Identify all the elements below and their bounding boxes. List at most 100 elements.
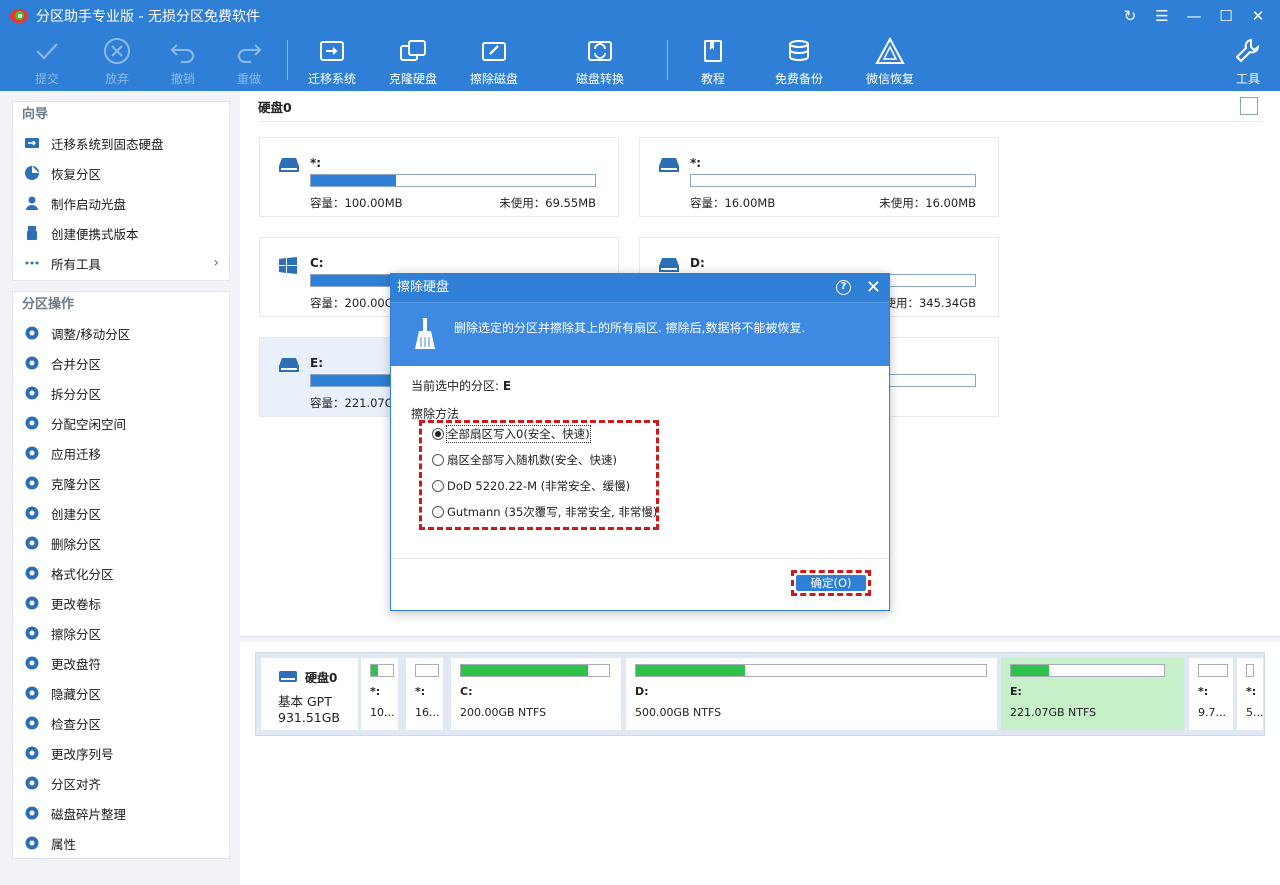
partition-ops-panel: 分区操作 调整/移动分区 合并分区 拆分分区 分配空闲空间 应用迁移 克隆分区 创建分区 删除… [12, 291, 230, 859]
clone-disk-icon [398, 36, 428, 66]
wechat-recovery-button[interactable]: 微信恢复 [855, 36, 925, 88]
disk-segment[interactable]: *: 10... [361, 658, 398, 730]
tutorial-button[interactable]: 教程 [678, 36, 748, 88]
partition-card[interactable]: *: 容量：16.00MB 未使用：16.00MB [639, 137, 999, 217]
segment-size: 16... [415, 706, 440, 719]
check-icon [24, 715, 40, 731]
method-random-fill[interactable]: 扇区全部写入随机数(安全、快速) [432, 450, 617, 470]
sidebar-op-item[interactable]: 调整/移动分区 [13, 318, 229, 348]
redo-button[interactable]: 重做 [214, 36, 284, 88]
split-icon [24, 385, 40, 401]
dialog-close-icon[interactable]: ✕ [866, 274, 881, 302]
radio-random-fill[interactable] [432, 454, 444, 466]
partition-name: *: [690, 156, 702, 170]
help-icon[interactable]: ? [836, 280, 851, 295]
radio-dod[interactable] [432, 480, 444, 492]
title-toolbar-area: 分区助手专业版 - 无损分区免费软件 ↻ ☰ — ☐ ✕ 提交 放弃 撤销 重做… [0, 0, 1280, 91]
disk-segment[interactable]: *: 16... [406, 658, 443, 730]
disk-segment[interactable]: C: 200.00GB NTFS [451, 658, 621, 730]
hdd-icon [279, 158, 299, 172]
user-icon [24, 195, 40, 211]
ok-button[interactable]: 确定(O) [796, 575, 866, 591]
segment-size: 5... [1246, 706, 1263, 719]
hide-icon [24, 685, 40, 701]
cancel-icon [103, 36, 131, 66]
sidebar-op-item[interactable]: 拆分分区 [13, 378, 229, 408]
sidebar-op-item[interactable]: 属性 [13, 828, 229, 858]
segment-name: *: [1198, 685, 1209, 698]
maximize-icon[interactable]: ☐ [1210, 0, 1242, 32]
disk-name: 硬盘0 [305, 671, 338, 685]
sidebar-item-recover-partition[interactable]: 恢复分区 [13, 158, 229, 188]
sidebar-op-item[interactable]: 删除分区 [13, 528, 229, 558]
backup-icon [785, 36, 813, 66]
disk-segment[interactable]: D: 500.00GB NTFS [626, 658, 997, 730]
sidebar-op-item[interactable]: 克隆分区 [13, 468, 229, 498]
undo-button[interactable]: 撤销 [148, 36, 218, 88]
wizard-title: 向导 [22, 107, 49, 122]
clone-disk-button[interactable]: 克隆硬盘 [378, 36, 448, 88]
sidebar-op-item[interactable]: 检查分区 [13, 708, 229, 738]
disk-icon [279, 671, 297, 682]
segment-usage-bar [370, 664, 394, 677]
discard-button[interactable]: 放弃 [82, 36, 152, 88]
minimize-icon[interactable]: — [1178, 0, 1210, 32]
chevron-right-icon: › [213, 255, 219, 271]
sidebar-item-migrate-ssd[interactable]: 迁移系统到固态硬盘 [13, 128, 229, 158]
commit-button[interactable]: 提交 [12, 36, 82, 88]
partition-capacity: 容量：100.00MB [310, 196, 403, 210]
close-icon[interactable]: ✕ [1242, 0, 1274, 32]
disk-segment[interactable]: E: 221.07GB NTFS [1001, 658, 1184, 730]
current-partition: 当前选中的分区: E [411, 379, 512, 393]
radio-gutmann[interactable] [432, 506, 444, 518]
menu-icon[interactable]: ☰ [1146, 0, 1178, 32]
sidebar-item-bootable-media[interactable]: 制作启动光盘 [13, 188, 229, 218]
app-migrate-icon [24, 445, 40, 461]
refresh-icon[interactable]: ↻ [1114, 0, 1146, 32]
merge-icon [24, 355, 40, 371]
partition-name: *: [310, 156, 322, 170]
disk-info[interactable]: 硬盘0 基本 GPT 931.51GB [261, 658, 358, 730]
sidebar-op-item[interactable]: 更改盘符 [13, 648, 229, 678]
sidebar-item-portable-version[interactable]: 创建便携式版本 [13, 218, 229, 248]
sidebar-op-item[interactable]: 更改序列号 [13, 738, 229, 768]
partition-card[interactable]: *: 容量：100.00MB 未使用：69.55MB [259, 137, 619, 217]
hdd-icon [659, 258, 679, 272]
sidebar-op-item[interactable]: 分配空闲空间 [13, 408, 229, 438]
sidebar-op-item[interactable]: 更改卷标 [13, 588, 229, 618]
clone-icon [24, 475, 40, 491]
format-icon [24, 565, 40, 581]
sidebar-op-item[interactable]: 擦除分区 [13, 618, 229, 648]
sidebar-op-item[interactable]: 应用迁移 [13, 438, 229, 468]
disk-segment[interactable]: *: 9.7... [1189, 658, 1233, 730]
disk-convert-button[interactable]: 磁盘转换 [565, 36, 635, 88]
sidebar-op-item[interactable]: 格式化分区 [13, 558, 229, 588]
segment-usage-bar [415, 664, 439, 677]
sidebar-op-item[interactable]: 磁盘碎片整理 [13, 798, 229, 828]
sidebar-item-all-tools[interactable]: 所有工具 › [13, 248, 229, 278]
wipe-method-group: 全部扇区写入0(安全、快速) 扇区全部写入随机数(安全、快速) DoD 5220… [419, 420, 659, 530]
view-toggle-icon[interactable] [1240, 97, 1258, 115]
sidebar-op-item[interactable]: 合并分区 [13, 348, 229, 378]
dialog-title: 擦除硬盘 [397, 280, 450, 295]
sidebar-op-item[interactable]: 分区对齐 [13, 768, 229, 798]
wipe-disk-icon [480, 36, 508, 66]
sidebar-op-item[interactable]: 创建分区 [13, 498, 229, 528]
disk-map: 硬盘0 基本 GPT 931.51GB *: 10... *: 16... C: 200.… [255, 652, 1265, 736]
partition-name: D: [690, 256, 705, 270]
free-backup-button[interactable]: 免费备份 [764, 36, 834, 88]
redo-icon [235, 36, 263, 66]
method-gutmann[interactable]: Gutmann (35次覆写, 非常安全, 非常慢) [432, 502, 657, 522]
method-zero-fill[interactable]: 全部扇区写入0(安全、快速) [432, 424, 591, 444]
migrate-os-button[interactable]: 迁移系统 [297, 36, 367, 88]
sidebar-op-item[interactable]: 隐藏分区 [13, 678, 229, 708]
wipe-disk-button[interactable]: 擦除磁盘 [459, 36, 529, 88]
dialog-title-bar: 擦除硬盘 ? ✕ [391, 274, 889, 302]
radio-zero-fill[interactable] [432, 428, 444, 440]
disk-segment[interactable]: *: 5... [1237, 658, 1263, 730]
dialog-banner: 删除选定的分区并擦除其上的所有扇区. 擦除后,数据将不能被恢复. [391, 302, 889, 366]
method-dod[interactable]: DoD 5220.22-M (非常安全、缓慢) [432, 476, 630, 496]
title-bar: 分区助手专业版 - 无损分区免费软件 [0, 0, 1280, 32]
segment-size: 10... [370, 706, 395, 719]
tools-button[interactable]: 工具 [1213, 36, 1280, 88]
